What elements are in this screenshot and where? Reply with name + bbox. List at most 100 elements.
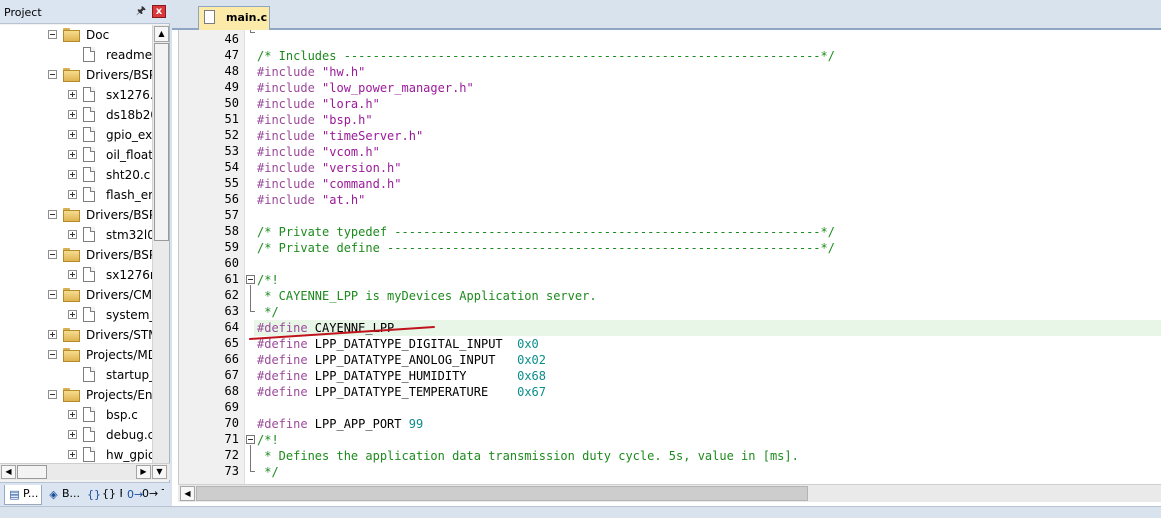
tree-folder[interactable]: Drivers/STM [0, 325, 152, 345]
tree-file[interactable]: ds18b20 [0, 105, 152, 125]
expand-icon[interactable] [68, 410, 77, 419]
collapse-icon[interactable] [48, 250, 57, 259]
expand-icon[interactable] [68, 170, 77, 179]
scroll-down-icon[interactable]: ▼ [152, 465, 167, 479]
code-line[interactable]: #define LPP_DATATYPE_ANOLOG_INPUT 0x02 [257, 352, 546, 368]
tree-horizontal-scrollbar[interactable]: ◀ ▶ ▼ [0, 463, 170, 480]
code-line[interactable]: /* Includes ----------------------------… [257, 48, 835, 64]
file-icon [83, 107, 95, 122]
code-line[interactable]: #include "version.h" [257, 160, 402, 176]
code-line[interactable]: #define LPP_APP_PORT 99 [257, 416, 423, 432]
code-line[interactable]: /*! [257, 272, 279, 288]
code-line[interactable]: #include "timeServer.h" [257, 128, 423, 144]
code-editor[interactable]: 46 47 48 49 50 51 52 53 54 55 56 57 58 59 60 61 62 63 64 65… [178, 30, 1161, 484]
tree-file[interactable]: flash_era [0, 185, 152, 205]
editor-horizontal-scrollbar[interactable]: ◀ [178, 484, 1161, 502]
expand-icon[interactable] [68, 310, 77, 319]
tab-main-c[interactable]: main.c [198, 6, 270, 30]
collapse-icon[interactable] [48, 290, 57, 299]
scroll-up-icon[interactable]: ▲ [154, 26, 169, 42]
red-underline-annotation [249, 326, 435, 340]
code-line[interactable]: #include "hw.h" [257, 64, 365, 80]
tree-file[interactable]: oil_float. [0, 145, 152, 165]
line-number: 65 [224, 336, 239, 350]
panel-tab-books[interactable]: ◈ B... [44, 485, 82, 505]
scroll-thumb[interactable] [154, 43, 169, 241]
tree-file[interactable]: startup_ [0, 365, 152, 385]
code-line[interactable]: /* Private define ----------------------… [257, 240, 835, 256]
tree-file[interactable]: readme. [0, 45, 152, 65]
code-line[interactable]: #define LPP_DATATYPE_HUMIDITY 0x68 [257, 368, 546, 384]
collapse-icon[interactable] [48, 70, 57, 79]
scroll-left-icon[interactable]: ◀ [1, 465, 16, 479]
code-token: "vcom.h" [322, 145, 380, 159]
expand-icon[interactable] [68, 270, 77, 279]
line-number: 52 [224, 128, 239, 142]
collapse-icon[interactable] [48, 210, 57, 219]
tree-folder[interactable]: Projects/End [0, 385, 152, 405]
expand-icon[interactable] [68, 150, 77, 159]
tree-file[interactable]: sx1276.c [0, 85, 152, 105]
pin-icon[interactable]: 🖈 [134, 4, 148, 18]
code-line[interactable]: #include "low_power_manager.h" [257, 80, 474, 96]
tree-vertical-scrollbar[interactable]: ▲ [152, 25, 169, 463]
close-panel-button[interactable]: x [152, 5, 166, 18]
expand-icon[interactable] [68, 190, 77, 199]
folder-icon [63, 348, 80, 362]
fold-end [250, 30, 255, 33]
code-line[interactable]: #include "lora.h" [257, 96, 380, 112]
tree-folder[interactable]: Drivers/BSP/ [0, 205, 152, 225]
collapse-icon[interactable] [48, 390, 57, 399]
tree-folder[interactable]: Drivers/CMS [0, 285, 152, 305]
tree-item-label: oil_float. [106, 148, 152, 162]
code-line[interactable]: /* Private typedef ---------------------… [257, 224, 835, 240]
code-token: #define [257, 417, 315, 431]
expand-icon[interactable] [68, 130, 77, 139]
code-line[interactable]: #include "bsp.h" [257, 112, 373, 128]
tree-file[interactable]: sht20.c [0, 165, 150, 185]
collapse-icon[interactable] [48, 30, 57, 39]
status-strip [0, 506, 1161, 518]
tree-folder[interactable]: Doc [0, 25, 150, 45]
code-line[interactable]: #include "command.h" [257, 176, 402, 192]
panel-tab-functions[interactable]: {}{} F... [84, 485, 122, 505]
code-line[interactable]: * CAYENNE_LPP is myDevices Application s… [257, 288, 596, 304]
tree-file[interactable]: hw_gpio [0, 445, 152, 463]
expand-icon[interactable] [68, 230, 77, 239]
scroll-right-icon[interactable]: ▶ [136, 465, 151, 479]
scroll-left-icon[interactable]: ◀ [180, 486, 195, 501]
scroll-thumb[interactable] [196, 486, 808, 501]
code-line[interactable]: */ [257, 464, 278, 480]
tree-file[interactable]: bsp.c [0, 405, 150, 425]
code-token: 0x0 [517, 337, 539, 351]
code-token: "hw.h" [322, 65, 366, 79]
collapse-icon[interactable] [48, 350, 57, 359]
tree-file[interactable]: sx1276m [0, 265, 152, 285]
expand-icon[interactable] [68, 90, 77, 99]
tree-folder[interactable]: Projects/MD [0, 345, 152, 365]
fold-collapse-icon[interactable] [246, 435, 255, 444]
fold-collapse-icon[interactable] [246, 275, 255, 284]
tree-file[interactable]: stm32l0x [0, 225, 152, 245]
expand-icon[interactable] [68, 110, 77, 119]
code-line[interactable]: /*! [257, 432, 279, 448]
code-line[interactable]: * Defines the application data transmiss… [257, 448, 799, 464]
code-line[interactable]: #include "vcom.h" [257, 144, 380, 160]
expand-icon[interactable] [68, 430, 77, 439]
tree-file[interactable]: gpio_ext [0, 125, 152, 145]
tree-file[interactable]: debug.c [0, 425, 152, 445]
panel-tab-templates[interactable]: 0→0→ T... [124, 485, 164, 505]
expand-icon[interactable] [68, 450, 77, 459]
books-icon: ◈ [49, 488, 58, 501]
scroll-thumb[interactable] [17, 465, 47, 479]
code-line[interactable]: #define LPP_DATATYPE_TEMPERATURE 0x67 [257, 384, 546, 400]
code-line[interactable]: #include "at.h" [257, 192, 365, 208]
line-number: 68 [224, 384, 239, 398]
panel-tabs: ▤P...◈B...{}{} F...0→0→ T... [0, 482, 170, 506]
expand-icon[interactable] [48, 330, 57, 339]
tree-folder[interactable]: Drivers/BSP/ [0, 65, 152, 85]
tree-folder[interactable]: Drivers/BSP/ [0, 245, 152, 265]
tree-file[interactable]: system_ [0, 305, 152, 325]
panel-tab-project[interactable]: ▤ P... [4, 485, 42, 505]
code-line[interactable]: */ [257, 304, 278, 320]
